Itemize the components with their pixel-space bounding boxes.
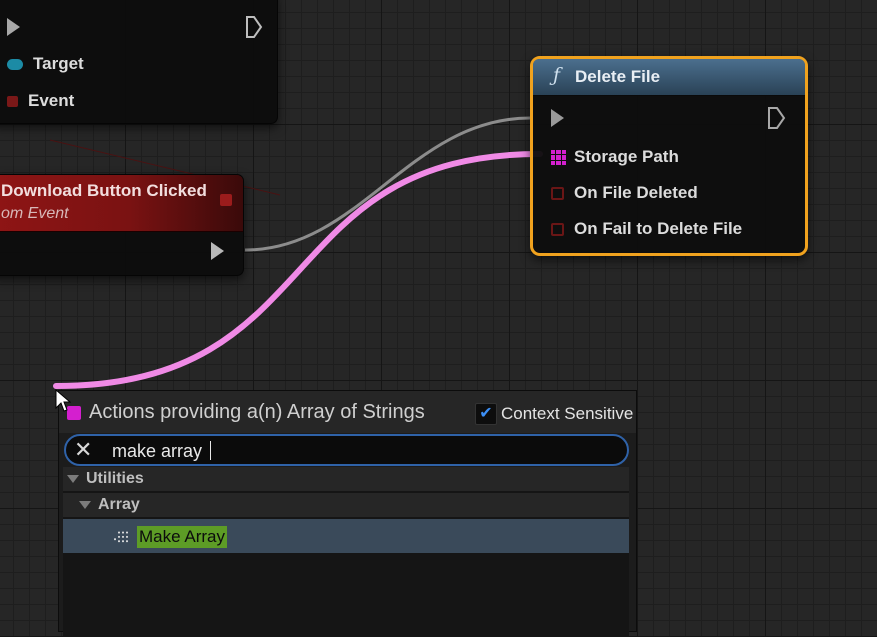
node-delete-file[interactable]: ƒ Delete File Storage Path On File Delet… (530, 56, 808, 256)
category-label: Utilities (86, 470, 144, 487)
pin-event-label: Event (28, 91, 75, 110)
event-pin-icon (7, 95, 18, 107)
delegate-pin-icon (551, 186, 564, 200)
pin-on-fail-to-delete-file[interactable]: On Fail to Delete File (551, 219, 742, 239)
text-caret (210, 441, 211, 460)
exec-out-pin[interactable] (211, 242, 224, 260)
exec-wire (244, 116, 531, 252)
event-delegate-icon (220, 194, 232, 206)
expand-triangle-icon (79, 501, 91, 509)
node-title: Download Button Clicked (1, 181, 207, 200)
context-sensitive-label: Context Sensitive (501, 404, 634, 423)
mouse-cursor-icon (55, 389, 71, 412)
pin-event[interactable]: Event (7, 91, 74, 111)
pin-on-file-deleted[interactable]: On File Deleted (551, 183, 698, 203)
action-menu-title: Actions providing a(n) Array of Strings (89, 401, 425, 423)
pin-target-label: Target (33, 54, 84, 73)
action-menu-header: Actions providing a(n) Array of Strings … (59, 391, 636, 433)
action-label: Make Array (137, 526, 227, 548)
search-input[interactable] (110, 437, 614, 465)
action-menu[interactable]: Actions providing a(n) Array of Strings … (58, 390, 637, 637)
target-pin-icon (7, 58, 23, 70)
category-label: Array (98, 496, 140, 513)
node-header: Download Button Clicked om Event (0, 175, 243, 232)
node-title: Delete File (575, 67, 661, 86)
action-make-array[interactable]: ⸳⁝⁝⁝ Make Array (63, 519, 629, 553)
node-custom-event[interactable]: Download Button Clicked om Event (0, 174, 244, 276)
exec-out-pin[interactable] (767, 106, 787, 130)
exec-out-pin[interactable] (245, 15, 263, 39)
pin-on-file-deleted-label: On File Deleted (574, 183, 698, 202)
pin-storage-path[interactable]: Storage Path (551, 147, 679, 167)
pin-storage-path-label: Storage Path (574, 147, 679, 166)
expand-triangle-icon (67, 475, 79, 483)
array-pin-icon (551, 149, 566, 165)
delegate-pin-icon (551, 222, 564, 236)
context-sensitive-checkbox[interactable]: ✔ (475, 403, 497, 425)
node-target-event[interactable]: Target Event (0, 0, 278, 124)
function-icon: ƒ (553, 64, 561, 86)
category-array[interactable]: Array (63, 493, 629, 517)
node-subtitle: om Event (1, 205, 69, 222)
clear-search-icon[interactable]: ✕ (74, 436, 92, 464)
search-box[interactable]: ✕ (64, 434, 629, 466)
action-results-list[interactable]: Utilities Array ⸳⁝⁝⁝ Make Array (63, 467, 629, 637)
pin-on-fail-label: On Fail to Delete File (574, 219, 743, 238)
node-header: ƒ Delete File (533, 59, 805, 96)
pin-target[interactable]: Target (7, 54, 84, 74)
make-array-icon: ⸳⁝⁝⁝ (113, 528, 130, 546)
exec-in-pin[interactable] (551, 109, 564, 127)
exec-in-pin[interactable] (7, 18, 20, 36)
category-utilities[interactable]: Utilities (63, 467, 629, 491)
